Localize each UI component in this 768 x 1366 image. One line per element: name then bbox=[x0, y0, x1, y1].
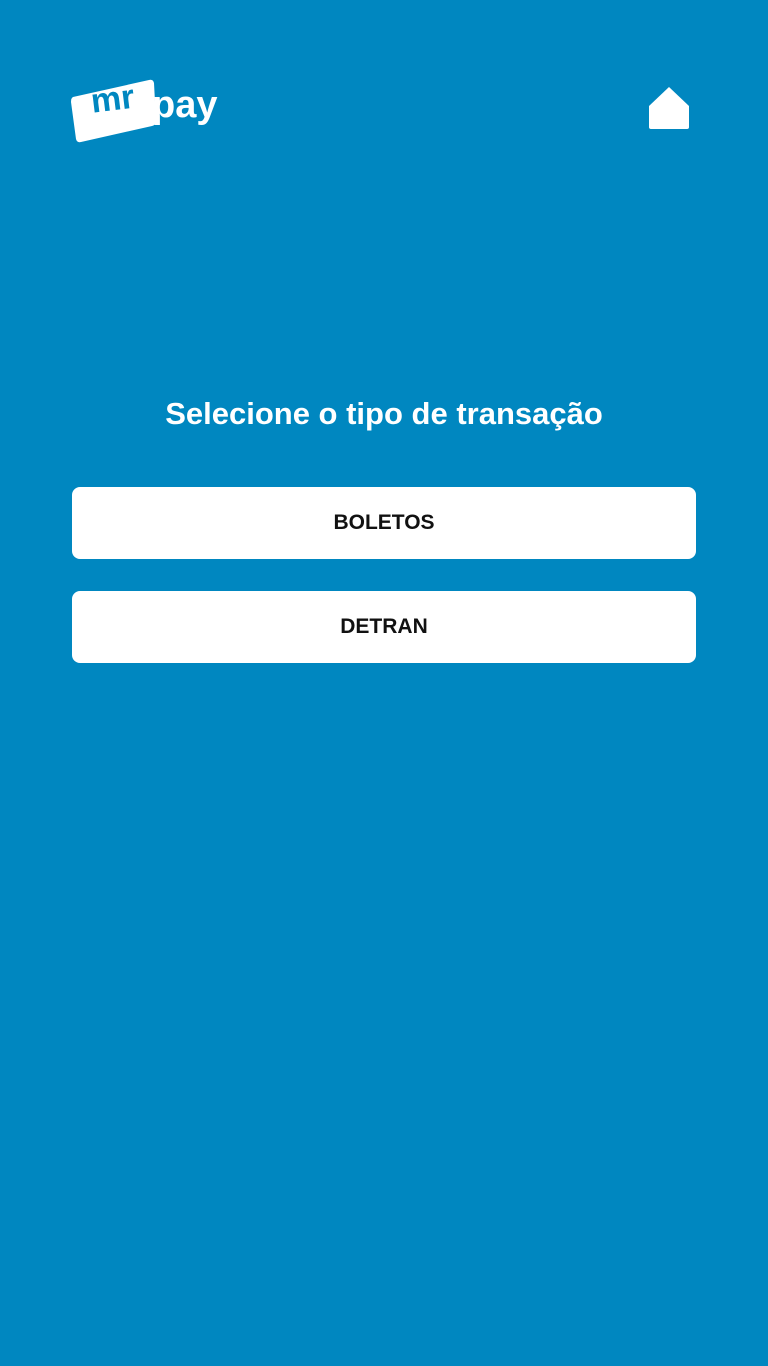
home-button[interactable] bbox=[648, 86, 690, 130]
boletos-button[interactable]: BOLETOS bbox=[72, 487, 696, 559]
detran-button-label: DETRAN bbox=[340, 615, 428, 638]
boletos-button-label: BOLETOS bbox=[333, 511, 435, 534]
logo-mr-text: mr bbox=[88, 77, 137, 121]
page-title: Selecione o tipo de transação bbox=[165, 396, 603, 431]
mrpay-logo: mr pay bbox=[71, 77, 221, 145]
detran-button[interactable]: DETRAN bbox=[72, 591, 696, 663]
logo-pay-text: pay bbox=[152, 84, 218, 126]
home-icon bbox=[649, 87, 689, 129]
